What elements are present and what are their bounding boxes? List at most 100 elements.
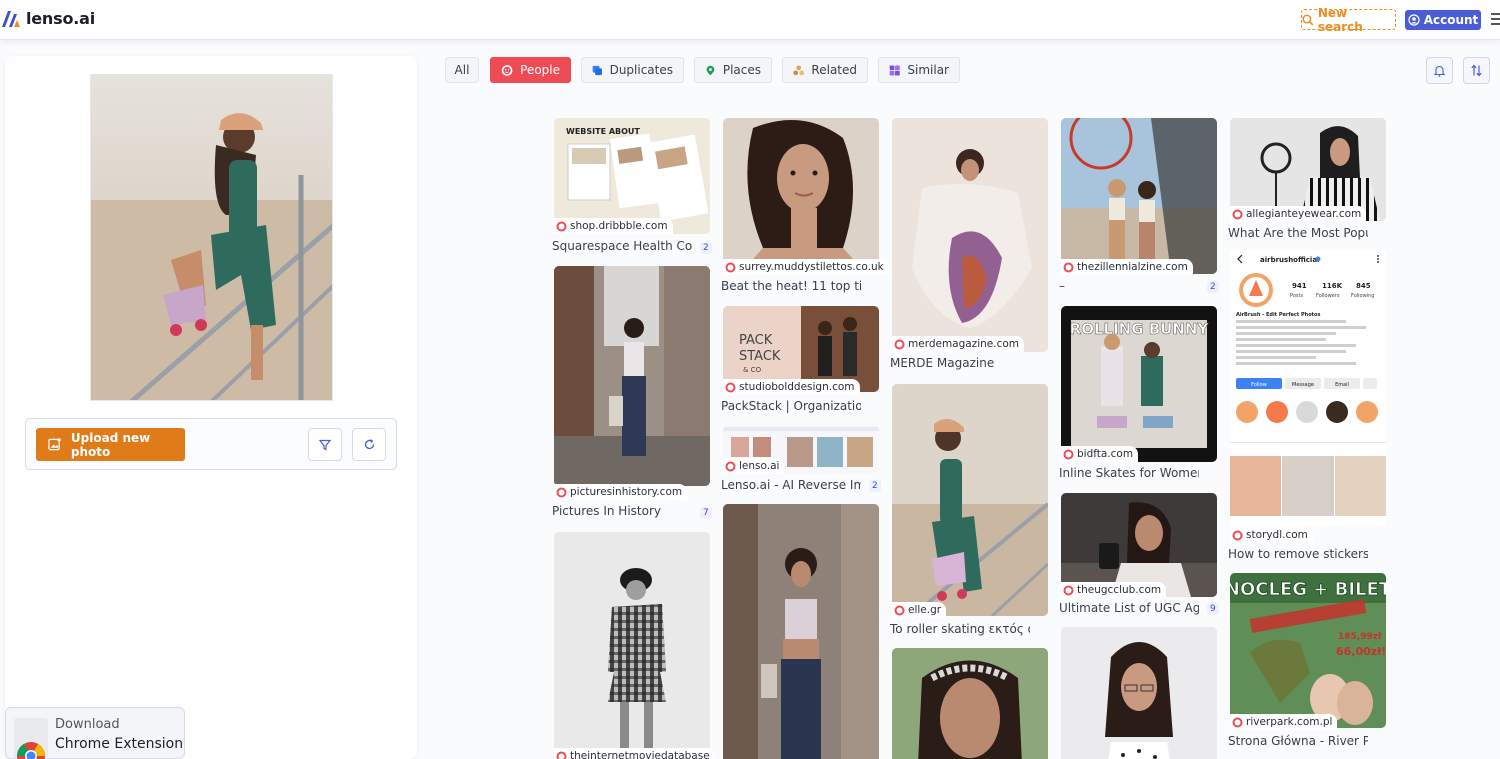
result-thumbnail xyxy=(554,532,710,752)
result-title[interactable]: MERDE Magazine xyxy=(890,356,1030,370)
chrome-icon xyxy=(14,718,48,759)
face-icon xyxy=(725,382,736,392)
result-thumbnail xyxy=(723,118,879,270)
bell-icon xyxy=(1433,65,1446,77)
face-icon xyxy=(556,487,567,497)
face-icon xyxy=(556,751,567,759)
hamburger-menu-icon[interactable] xyxy=(1491,13,1500,26)
brand-logo[interactable]: lenso.ai xyxy=(2,9,95,28)
face-icon xyxy=(1232,209,1243,219)
result-title[interactable]: How to remove stickers fro… xyxy=(1228,547,1368,561)
thumb-text: airbrushofficial xyxy=(1260,256,1319,264)
upload-new-photo-button[interactable]: Upload new photo xyxy=(36,428,185,461)
thumb-text: STACK xyxy=(739,349,781,364)
results-grid: WEBSITE ABOUT shop.dribbble.com Squaresp… xyxy=(432,100,1500,759)
filter-button[interactable] xyxy=(308,428,342,461)
tab-places[interactable]: Places xyxy=(694,57,772,83)
result-title[interactable]: Inline Skates for Women Gi… xyxy=(1059,466,1199,480)
pin-icon xyxy=(706,65,715,75)
account-button[interactable]: Account xyxy=(1405,10,1481,30)
query-panel: Upload new photo xyxy=(5,56,417,759)
thumb-text: 941 xyxy=(1292,282,1307,290)
sort-button[interactable] xyxy=(1463,57,1490,84)
upload-controls: Upload new photo xyxy=(25,418,397,470)
result-thumbnail: ROLLING BUNNY xyxy=(1061,306,1217,462)
thumb-text: & CO xyxy=(743,366,762,374)
tab-label: Places xyxy=(722,63,761,77)
tab-all[interactable]: All xyxy=(445,57,479,83)
result-title[interactable]: Strona Główna - River Park … xyxy=(1228,734,1368,748)
thumb-text: NOCLEG + BILET xyxy=(1230,579,1386,600)
thumb-text: Follow xyxy=(1251,382,1267,388)
result-title[interactable]: Pictures In History xyxy=(552,504,692,518)
result-source[interactable]: theugcclub.com xyxy=(1061,582,1167,598)
thumb-text: 185,99zł xyxy=(1338,632,1382,642)
face-icon xyxy=(1063,585,1074,595)
thumb-text: PACK xyxy=(739,333,773,348)
alert-button[interactable] xyxy=(1426,57,1453,84)
result-title[interactable]: To roller skating εκτός από … xyxy=(890,622,1030,636)
face-icon xyxy=(1063,262,1074,272)
tab-people[interactable]: People xyxy=(490,57,571,83)
result-thumbnail: NOCLEG + BILET 185,99zł 66,00zł! xyxy=(1230,573,1386,728)
result-thumbnail xyxy=(1061,118,1217,274)
result-title[interactable]: PackStack | Organization S… xyxy=(721,399,861,413)
result-title[interactable]: Squarespace Health Coa… xyxy=(552,239,692,253)
result-title[interactable]: What Are the Most Popular … xyxy=(1228,226,1368,240)
result-thumbnail xyxy=(1061,627,1217,759)
thumb-text: AirBrush - Edit Perfect Photos xyxy=(1236,312,1320,318)
thumb-text: Following xyxy=(1351,293,1374,299)
face-icon xyxy=(894,605,905,615)
top-header: lenso.ai New search Account xyxy=(0,0,1500,40)
filter-icon xyxy=(319,439,331,450)
result-thumbnail xyxy=(892,384,1048,616)
result-source[interactable]: surrey.muddystilettos.co.uk xyxy=(723,259,889,275)
result-source[interactable]: shop.dribbble.com xyxy=(554,218,673,234)
result-title[interactable]: Ultimate List of UGC Age… xyxy=(1059,601,1199,615)
result-thumbnail: WEBSITE ABOUT xyxy=(554,118,710,234)
result-source[interactable]: bidfta.com xyxy=(1061,446,1139,462)
result-thumbnail xyxy=(892,118,1048,352)
lenso-logo-icon xyxy=(2,10,20,27)
tab-label: All xyxy=(454,63,470,77)
result-source[interactable]: lenso.ai xyxy=(723,458,785,474)
result-title[interactable]: Beat the heat! 11 top tips fo… xyxy=(721,279,861,293)
tab-duplicates[interactable]: Duplicates xyxy=(581,57,684,83)
result-source[interactable]: elle.gr xyxy=(892,602,947,618)
face-icon xyxy=(1232,530,1243,540)
face-icon xyxy=(725,262,736,272)
grid-icon xyxy=(889,64,900,76)
result-source[interactable]: storydl.com xyxy=(1230,527,1313,543)
search-icon xyxy=(1302,14,1314,25)
face-icon xyxy=(501,64,513,76)
result-source[interactable]: studiobolddesign.com xyxy=(723,379,860,395)
tab-similar[interactable]: Similar xyxy=(878,57,960,83)
face-icon xyxy=(556,221,567,231)
tab-related[interactable]: Related xyxy=(782,57,868,83)
thumb-text: 116K xyxy=(1322,282,1343,290)
result-source[interactable]: riverpark.com.pl xyxy=(1230,714,1338,730)
chrome-ext-line2: Chrome Extension xyxy=(55,736,184,752)
new-search-button[interactable]: New search xyxy=(1301,6,1396,34)
result-source[interactable]: thezillennialzine.com xyxy=(1061,259,1193,275)
result-source[interactable]: merdemagazine.com xyxy=(892,336,1025,352)
result-title[interactable]: Lenso.ai - AI Reverse Im… xyxy=(721,478,861,492)
sort-icon xyxy=(1471,64,1482,77)
thumb-text: WEBSITE ABOUT xyxy=(566,127,640,136)
brand-name: lenso.ai xyxy=(26,9,96,28)
result-count-badge: 2 xyxy=(700,242,712,254)
query-image xyxy=(90,74,333,401)
result-source[interactable]: picturesinhistory.com xyxy=(554,484,688,500)
thumb-text: 845 xyxy=(1356,282,1371,290)
face-icon xyxy=(1063,449,1074,459)
face-icon xyxy=(1232,717,1243,727)
thumb-text: ROLLING BUNNY xyxy=(1070,320,1210,338)
chrome-extension-banner[interactable]: Download Chrome Extension xyxy=(5,707,185,759)
result-source[interactable]: allegianteyewear.com xyxy=(1230,206,1367,222)
refresh-button[interactable] xyxy=(352,428,386,461)
result-count-badge: 9 xyxy=(1207,603,1219,615)
result-thumbnail xyxy=(554,266,710,486)
result-source[interactable]: theinternetmoviedatabase xyxy=(554,748,715,759)
result-count-badge: 2 xyxy=(1207,281,1219,293)
result-title[interactable]: – xyxy=(1059,279,1199,293)
